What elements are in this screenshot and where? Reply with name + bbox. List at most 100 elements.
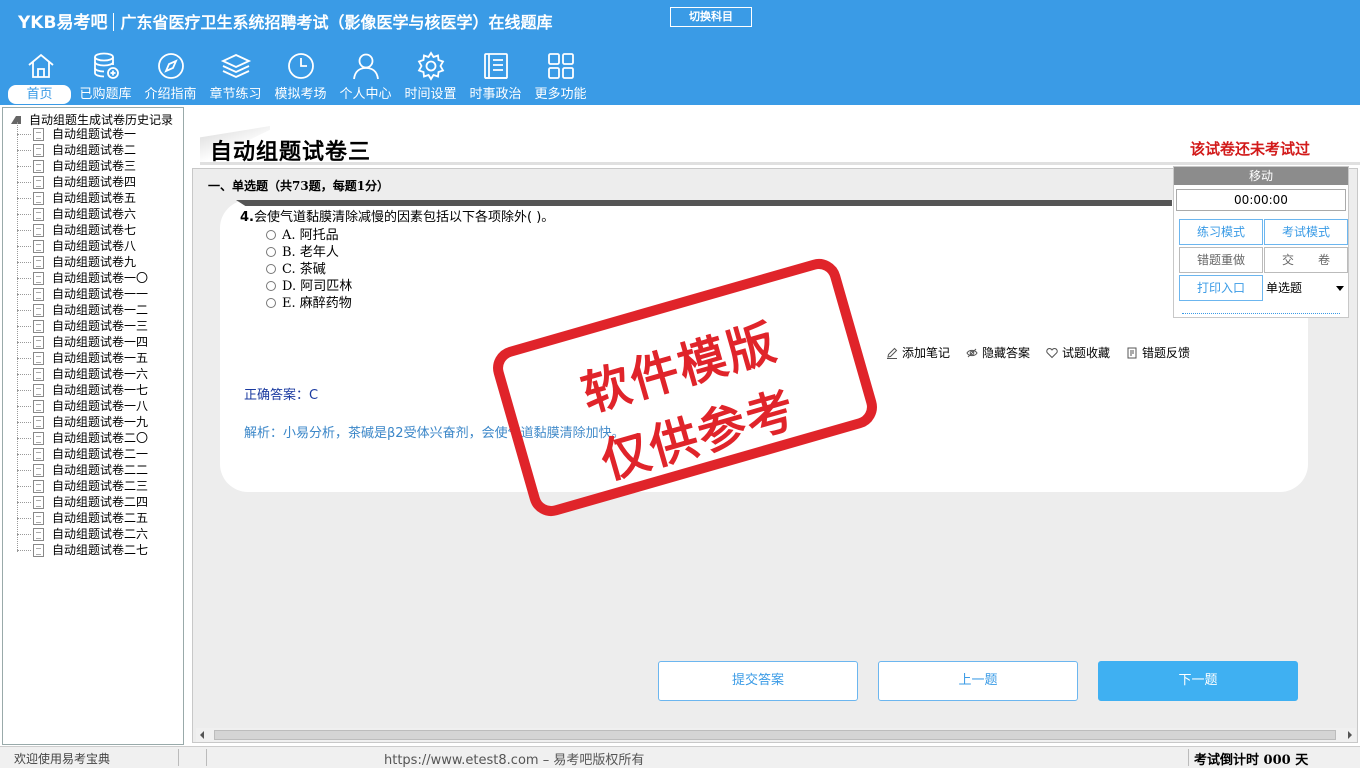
radio-button[interactable] — [266, 281, 276, 291]
scroll-right-arrow-icon[interactable] — [1348, 731, 1352, 739]
panel-bottom-line — [1182, 313, 1340, 314]
tree-item[interactable]: 自动组题试卷四 — [17, 174, 148, 190]
print-entry-button[interactable]: 打印入口 — [1179, 275, 1263, 301]
tree-item[interactable]: 自动组题试卷一八 — [17, 398, 148, 414]
panel-move-handle[interactable]: 移动 — [1174, 167, 1348, 185]
radio-button[interactable] — [266, 247, 276, 257]
tree-item[interactable]: 自动组题试卷九 — [17, 254, 148, 270]
tree-item[interactable]: 自动组题试卷一六 — [17, 366, 148, 382]
tree-item-label: 自动组题试卷一〇 — [52, 271, 149, 285]
tree-item-label: 自动组题试卷二三 — [52, 479, 149, 493]
tree-item[interactable]: 自动组题试卷二四 — [17, 494, 148, 510]
tree-item-label: 自动组题试卷九 — [52, 255, 137, 269]
radio-button[interactable] — [266, 264, 276, 274]
grid-icon — [545, 50, 577, 82]
scrollbar-thumb[interactable] — [214, 730, 1336, 740]
nav-personal-center[interactable]: 个人中心 — [333, 48, 398, 104]
tree-item[interactable]: 自动组题试卷二一 — [17, 446, 148, 462]
document-icon — [33, 336, 44, 349]
tree-item[interactable]: 自动组题试卷二五 — [17, 510, 148, 526]
collapse-triangle-icon[interactable] — [11, 116, 21, 124]
tree-item[interactable]: 自动组题试卷二六 — [17, 526, 148, 542]
nav-current-affairs[interactable]: 时事政治 — [463, 48, 528, 104]
tree-item[interactable]: 自动组题试卷二二 — [17, 462, 148, 478]
submit-paper-button[interactable]: 交 卷 — [1264, 247, 1348, 273]
tree-item[interactable]: 自动组题试卷五 — [17, 190, 148, 206]
exam-mode-button[interactable]: 考试模式 — [1264, 219, 1348, 245]
status-divider — [206, 749, 207, 766]
add-note-button[interactable]: 添加笔记 — [886, 344, 950, 361]
nav-home[interactable]: 首页 — [8, 48, 73, 104]
tree-item[interactable]: 自动组题试卷六 — [17, 206, 148, 222]
status-divider — [178, 749, 179, 766]
tree-item[interactable]: 自动组题试卷一 — [17, 126, 148, 142]
tree-item-selected[interactable]: 自动组题试卷三 — [17, 158, 148, 174]
tree-item[interactable]: 自动组题试卷一四 — [17, 334, 148, 350]
tree-item[interactable]: 自动组题试卷一二 — [17, 302, 148, 318]
tree-item-label: 自动组题试卷二五 — [52, 511, 149, 525]
tree-item[interactable]: 自动组题试卷一〇 — [17, 270, 148, 286]
tree-item-label: 自动组题试卷二〇 — [52, 431, 149, 445]
paper-history-tree: 自动组题生成试卷历史记录 自动组题试卷一 自动组题试卷二 自动组题试卷三 自动组… — [2, 107, 184, 745]
document-icon — [33, 368, 44, 381]
scroll-left-arrow-icon[interactable] — [200, 731, 204, 739]
previous-question-button[interactable]: 上一题 — [878, 661, 1078, 701]
status-bar: 欢迎使用易考宝典 https://www.etest8.com – 易考吧版权所… — [0, 746, 1360, 768]
tree-item-label: 自动组题试卷二四 — [52, 495, 149, 509]
horizontal-scrollbar[interactable] — [196, 728, 1356, 742]
tree-item[interactable]: 自动组题试卷一七 — [17, 382, 148, 398]
submit-answer-button[interactable]: 提交答案 — [658, 661, 858, 701]
tree-item-label: 自动组题试卷二二 — [52, 463, 149, 477]
document-icon — [33, 192, 44, 205]
hide-answer-button[interactable]: 隐藏答案 — [966, 344, 1030, 361]
nav-time-settings[interactable]: 时间设置 — [398, 48, 463, 104]
exam-timer: 00:00:00 — [1176, 189, 1346, 211]
option-e[interactable]: E. 麻醉药物 — [266, 292, 352, 311]
layers-icon — [220, 50, 252, 82]
nav-mock-exam[interactable]: 模拟考场 — [268, 48, 333, 104]
tree-item[interactable]: 自动组题试卷一三 — [17, 318, 148, 334]
nav-chapter-practice[interactable]: 章节练习 — [203, 48, 268, 104]
tree-item[interactable]: 自动组题试卷一九 — [17, 414, 148, 430]
tree-item-label: 自动组题试卷一八 — [52, 399, 149, 413]
nav-label: 时事政治 — [469, 87, 522, 102]
tree-item[interactable]: 自动组题试卷二 — [17, 142, 148, 158]
redo-wrong-button[interactable]: 错题重做 — [1179, 247, 1263, 273]
question-text: 4.会使气道黏膜清除减慢的因素包括以下各项除外( )。 — [240, 206, 554, 225]
favorite-question-button[interactable]: 试题收藏 — [1046, 344, 1110, 361]
tree-list: 自动组题试卷一 自动组题试卷二 自动组题试卷三 自动组题试卷四 自动组题试卷五 … — [17, 126, 148, 558]
radio-button[interactable] — [266, 298, 276, 308]
practice-mode-button[interactable]: 练习模式 — [1179, 219, 1263, 245]
next-question-button[interactable]: 下一题 — [1098, 661, 1298, 701]
document-icon — [33, 240, 44, 253]
tree-item[interactable]: 自动组题试卷一一 — [17, 286, 148, 302]
question-type-select[interactable]: 单选题 — [1264, 275, 1348, 301]
nav-guide[interactable]: 介绍指南 — [138, 48, 203, 104]
nav-label: 介绍指南 — [144, 87, 197, 102]
tree-item[interactable]: 自动组题试卷二三 — [17, 478, 148, 494]
tree-item-label: 自动组题试卷五 — [52, 191, 137, 205]
tree-item[interactable]: 自动组题试卷七 — [17, 222, 148, 238]
home-icon — [25, 50, 57, 82]
document-icon — [33, 400, 44, 413]
tree-item-label: 自动组题试卷二七 — [52, 543, 149, 557]
switch-subject-button[interactable]: 切换科目 — [670, 7, 752, 27]
error-feedback-button[interactable]: 错题反馈 — [1126, 344, 1190, 361]
tool-label: 添加笔记 — [902, 346, 951, 360]
tree-item[interactable]: 自动组题试卷一五 — [17, 350, 148, 366]
correct-answer: 正确答案：C — [244, 388, 319, 403]
nav-more-features[interactable]: 更多功能 — [528, 48, 593, 104]
database-icon — [90, 50, 122, 82]
document-icon — [33, 528, 44, 541]
radio-button[interactable] — [266, 230, 276, 240]
question-number: 4. — [240, 210, 254, 225]
tree-item[interactable]: 自动组题试卷二七 — [17, 542, 148, 558]
nav-purchased-banks[interactable]: 已购题库 — [73, 48, 138, 104]
tree-item[interactable]: 自动组题试卷二〇 — [17, 430, 148, 446]
tree-item[interactable]: 自动组题试卷八 — [17, 238, 148, 254]
pencil-icon — [886, 347, 898, 359]
tree-item-label: 自动组题试卷一六 — [52, 367, 149, 381]
nav-label: 时间设置 — [404, 87, 457, 102]
app-title: YKB易考吧 广东省医疗卫生系统招聘考试（影像医学与核医学）在线题库 — [18, 8, 552, 33]
eye-icon — [966, 347, 978, 359]
